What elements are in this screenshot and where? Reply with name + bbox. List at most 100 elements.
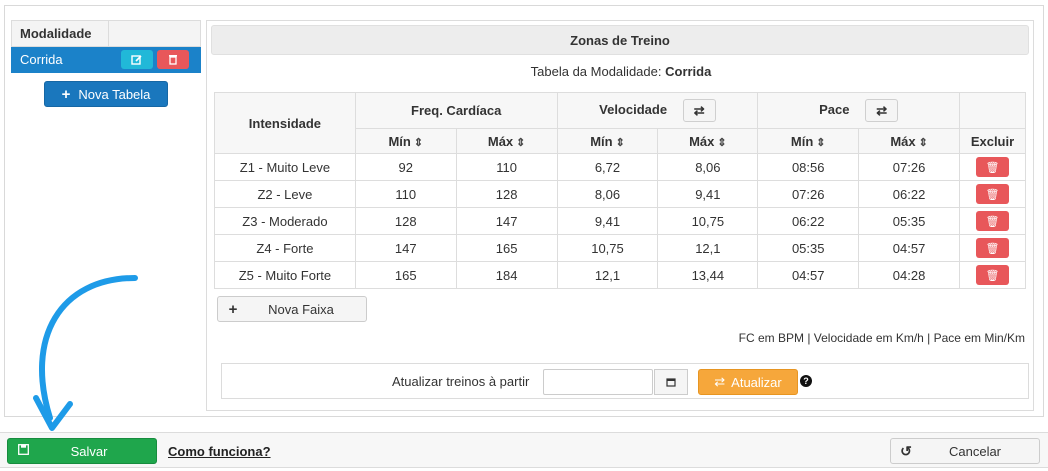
pace-max[interactable]: 07:26 [858,153,960,181]
update-button[interactable]: ⇄ Atualizar [698,369,798,395]
subtitle-prefix: Tabela da Modalidade: [530,64,662,79]
sort-sp-min[interactable]: Mín ⇕ [556,128,659,154]
calendar-button[interactable] [654,369,688,395]
table-row: Z1 - Muito Leve 92 110 6,72 8,06 08:56 0… [214,153,1026,181]
pace-max[interactable]: 04:57 [858,234,960,262]
delete-row-button[interactable]: 🗑 [976,238,1009,258]
pace-label: Pace [819,101,850,117]
calendar-icon [666,378,676,387]
hr-min[interactable]: 147 [354,234,457,262]
modality-row-corrida[interactable]: Corrida [11,46,201,73]
trash-icon: 🗑 [985,215,1000,228]
update-date-input[interactable] [543,369,653,395]
hr-min[interactable]: 110 [354,180,457,208]
zone-name: Z3 - Moderado [214,207,356,235]
pace-min[interactable]: 04:57 [757,261,860,289]
hr-min[interactable]: 165 [354,261,457,289]
plus-icon: + [61,85,71,103]
sort-hr-max[interactable]: Máx ⇕ [455,128,558,154]
zone-name: Z2 - Leve [214,180,356,208]
hr-max[interactable]: 110 [455,153,558,181]
new-table-button[interactable]: + Nova Tabela [44,81,168,107]
col-heart-rate: Freq. Cardíaca [354,92,558,129]
pace-max[interactable]: 05:35 [858,207,960,235]
hr-max[interactable]: 184 [455,261,558,289]
delete-modality-button[interactable] [156,50,189,69]
hr-min[interactable]: 92 [354,153,457,181]
speed-max[interactable]: 12,1 [657,234,759,262]
annotation-arrow [33,275,138,431]
trash-icon: 🗑 [985,242,1000,255]
speed-max[interactable]: 13,44 [657,261,759,289]
speed-min[interactable]: 6,72 [556,153,659,181]
pace-max[interactable]: 04:28 [858,261,960,289]
modality-table: Modalidade Corrida [11,20,201,73]
speed-min[interactable]: 8,06 [556,180,659,208]
swap-pace-button[interactable]: ⇄ [865,99,899,122]
hr-max[interactable]: 128 [455,180,558,208]
col-delete: Excluir [959,128,1026,154]
delete-row-button[interactable]: 🗑 [976,157,1009,177]
sort-icon: ⇕ [516,136,526,149]
sort-hr-min[interactable]: Mín ⇕ [354,128,457,154]
delete-row-button[interactable]: 🗑 [976,184,1009,204]
speed-min[interactable]: 9,41 [556,207,659,235]
edit-icon [130,54,142,65]
modality-label[interactable]: Corrida [11,46,109,73]
col-pace: Pace ⇄ [757,92,960,129]
sort-icon: ⇕ [918,136,928,149]
swap-speed-button[interactable]: ⇄ [682,99,716,122]
speed-max[interactable]: 10,75 [657,207,759,235]
zone-name: Z5 - Muito Forte [214,261,356,289]
pace-min[interactable]: 05:35 [757,234,860,262]
swap-icon: ⇄ [876,102,888,118]
min-label: Mín [590,133,613,149]
hr-min[interactable]: 128 [354,207,457,235]
cancel-label: Cancelar [948,443,1002,459]
pace-max[interactable]: 06:22 [858,180,960,208]
speed-min[interactable]: 10,75 [556,234,659,262]
trash-icon [168,55,177,65]
col-delete-top [959,92,1026,129]
table-row: Z2 - Leve 110 128 8,06 9,41 07:26 06:22 … [214,180,1026,208]
col-speed: Velocidade ⇄ [556,92,759,129]
sort-icon: ⇕ [413,136,424,149]
pace-min[interactable]: 06:22 [757,207,860,235]
min-label: Mín [790,133,814,149]
new-table-label: Nova Tabela [78,86,151,102]
min-label: Mín [388,133,411,149]
modality-header: Modalidade [11,20,109,47]
trash-icon: 🗑 [985,188,1000,201]
edit-modality-button[interactable] [120,50,153,69]
new-range-button[interactable]: + Nova Faixa [217,296,367,322]
col-intensity: Intensidade [214,92,356,154]
delete-row-button[interactable]: 🗑 [976,265,1009,285]
pace-min[interactable]: 07:26 [757,180,860,208]
speed-label: Velocidade [599,101,668,117]
modality-sidebar: Modalidade Corrida + Nova Tabela [11,20,201,107]
speed-min[interactable]: 12,1 [556,261,659,289]
speed-max[interactable]: 8,06 [657,153,759,181]
hr-max[interactable]: 165 [455,234,558,262]
sort-icon: ⇕ [816,136,826,149]
sort-pace-min[interactable]: Mín ⇕ [757,128,860,154]
help-icon[interactable]: ? [800,375,812,387]
sort-sp-max[interactable]: Máx ⇕ [657,128,759,154]
units-note: FC em BPM | Velocidade em Km/h | Pace em… [738,331,1025,345]
zone-name: Z4 - Forte [214,234,356,262]
max-label: Máx [689,133,715,149]
hr-max[interactable]: 147 [455,207,558,235]
how-it-works-link[interactable]: Como funciona? [168,444,271,459]
zones-subtitle: Tabela da Modalidade: Corrida [207,64,1035,79]
cancel-button[interactable]: ↺ Cancelar [890,438,1040,464]
zones-panel: Zonas de Treino Tabela da Modalidade: Co… [206,20,1034,411]
pace-min[interactable]: 08:56 [757,153,860,181]
subtitle-modality: Corrida [665,64,712,79]
new-range-label: Nova Faixa [268,301,334,317]
sort-icon: ⇕ [615,136,625,149]
plus-icon: + [228,300,238,318]
sort-pace-max[interactable]: Máx ⇕ [858,128,960,154]
delete-row-button[interactable]: 🗑 [976,211,1009,231]
speed-max[interactable]: 9,41 [657,180,759,208]
max-label: Máx [890,133,916,149]
